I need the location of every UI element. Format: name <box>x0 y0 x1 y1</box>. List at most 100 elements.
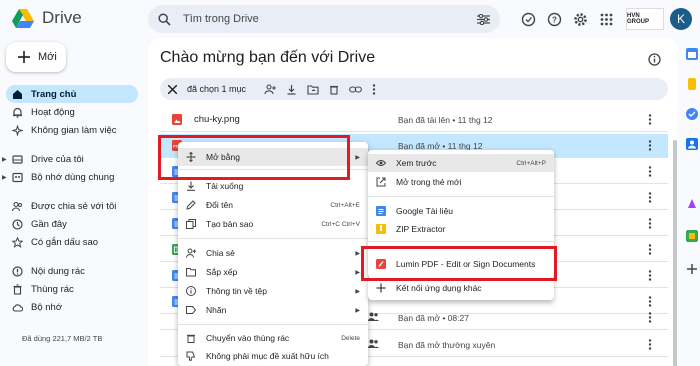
image-file-icon <box>172 114 182 125</box>
menu-item-open-in-new-tab[interactable]: Mở trong thẻ mới <box>368 173 554 191</box>
menu-item-make-copy[interactable]: Tạo bản sao Ctrl+C Ctrl+V <box>178 215 368 233</box>
more-actions-icon[interactable] <box>372 83 376 95</box>
drive-logo[interactable]: Drive <box>12 8 82 28</box>
menu-item-move-to-trash[interactable]: Chuyển vào thùng rác Delete <box>178 329 368 347</box>
expand-caret-icon[interactable]: ▶ <box>2 174 7 181</box>
scrollbar[interactable] <box>673 140 677 366</box>
sidebar-item-home[interactable]: Trang chủ <box>6 85 138 103</box>
menu-item-zip-extractor[interactable]: ZIP Extractor <box>368 220 554 238</box>
search-options-icon[interactable] <box>477 13 490 25</box>
selection-toolbar: đã chọn 1 mục <box>160 78 668 100</box>
close-icon[interactable] <box>168 84 177 94</box>
file-reason: Bạn đã mở • 11 thg 12 <box>398 140 483 151</box>
file-name: chu-ky.png <box>194 114 240 125</box>
sidebar-item-label: Không gian làm việc <box>31 124 117 136</box>
submenu-arrow-icon: ▶ <box>355 307 360 314</box>
folder-move-icon <box>186 268 196 277</box>
more-options-icon[interactable] <box>648 192 652 203</box>
sidebar-item-my-drive[interactable]: ▶ Drive của tôi <box>2 150 138 168</box>
menu-divider <box>368 241 554 242</box>
menu-item-file-info[interactable]: Thông tin về tệp ▶ <box>178 282 368 300</box>
organization-logo[interactable]: HVN GROUP <box>626 8 664 30</box>
addon-app-icon[interactable] <box>686 198 698 210</box>
add-addon-plus-icon[interactable] <box>686 263 698 275</box>
keep-addon-icon[interactable] <box>686 78 698 90</box>
cloud-icon <box>12 303 23 312</box>
sidebar-item-activity[interactable]: Hoạt động <box>6 103 138 121</box>
sidebar-item-starred[interactable]: Có gắn dấu sao <box>6 233 138 251</box>
plus-icon <box>376 283 386 293</box>
apps-grid-icon[interactable] <box>597 10 615 28</box>
sidebar-item-recent[interactable]: Gần đây <box>6 215 138 233</box>
more-options-icon[interactable] <box>648 166 652 177</box>
plus-icon <box>18 51 30 63</box>
calendar-addon-icon[interactable] <box>686 48 698 60</box>
menu-item-label: Xem trước <box>396 158 437 168</box>
menu-item-organize[interactable]: Sắp xếp ▶ <box>178 263 368 281</box>
more-options-icon[interactable] <box>648 244 652 255</box>
menu-item-connect-more-apps[interactable]: Kết nối ứng dụng khác <box>368 279 554 297</box>
add-person-icon[interactable] <box>264 83 277 95</box>
more-options-icon[interactable] <box>648 218 652 229</box>
menu-item-share[interactable]: Chia sẻ ▶ <box>178 244 368 262</box>
delete-icon[interactable] <box>329 84 339 95</box>
sidebar-item-workspaces[interactable]: Không gian làm việc <box>6 121 138 139</box>
submenu-arrow-icon: ▶ <box>355 250 360 257</box>
menu-item-shortcut: Ctrl+Alt+P <box>516 159 546 167</box>
menu-item-not-helpful[interactable]: Không phải mục đề xuất hữu ích <box>178 347 368 365</box>
zip-extractor-icon <box>376 224 386 234</box>
info-icon[interactable] <box>648 53 661 66</box>
submenu-arrow-icon: ▶ <box>355 288 360 295</box>
label-tag-icon <box>186 306 196 314</box>
bell-icon <box>13 107 22 118</box>
new-button-label: Mới <box>38 51 57 63</box>
more-options-icon[interactable] <box>648 270 652 281</box>
contacts-addon-icon[interactable] <box>686 138 698 150</box>
sidebar-item-shared-with-me[interactable]: Được chia sẻ với tôi <box>6 197 138 215</box>
search-icon[interactable] <box>158 12 171 26</box>
menu-item-label: ZIP Extractor <box>396 224 446 234</box>
shared-people-icon <box>368 312 379 321</box>
google-docs-icon <box>376 206 386 216</box>
more-options-icon[interactable] <box>648 140 652 151</box>
addon-app-icon[interactable] <box>686 230 698 242</box>
search-bar[interactable]: Tìm trong Drive <box>148 5 500 33</box>
link-icon[interactable] <box>349 85 362 94</box>
account-avatar[interactable]: K <box>670 8 692 30</box>
shared-people-icon <box>368 339 379 348</box>
help-icon[interactable]: ? <box>545 10 563 28</box>
settings-gear-icon[interactable] <box>571 10 589 28</box>
more-options-icon[interactable] <box>648 339 652 350</box>
menu-item-label: Google Tài liệu <box>396 206 454 216</box>
menu-divider <box>178 324 368 325</box>
selection-count: đã chọn 1 mục <box>187 84 247 94</box>
more-options-icon[interactable] <box>648 312 652 323</box>
more-options-icon[interactable] <box>648 114 652 125</box>
offline-status-icon[interactable] <box>519 10 537 28</box>
search-input[interactable]: Tìm trong Drive <box>183 13 477 25</box>
menu-item-preview[interactable]: Xem trước Ctrl+Alt+P <box>368 154 554 172</box>
move-to-folder-icon[interactable] <box>307 84 319 95</box>
sidebar-item-label: Nội dung rác <box>31 265 85 277</box>
menu-item-google-docs[interactable]: Google Tài liệu <box>368 202 554 220</box>
tasks-addon-icon[interactable] <box>686 108 698 120</box>
menu-item-rename[interactable]: Đổi tên Ctrl+Alt+E <box>178 196 368 214</box>
sidebar-item-shared-drives[interactable]: ▶ Bộ nhớ dùng chung <box>2 168 138 186</box>
menu-item-label: Mở trong thẻ mới <box>396 177 462 187</box>
sidebar-item-label: Thùng rác <box>31 283 74 295</box>
file-row[interactable]: chu-ky.png Bạn đã tải lên • 11 thg 12 <box>160 108 668 132</box>
menu-item-labels[interactable]: Nhãn ▶ <box>178 301 368 319</box>
sidebar-item-storage[interactable]: Bộ nhớ <box>6 298 138 316</box>
sidebar-item-spam[interactable]: Nội dung rác <box>6 262 138 280</box>
download-icon[interactable] <box>286 84 297 95</box>
menu-divider <box>368 196 554 197</box>
menu-item-label: Không phải mục đề xuất hữu ích <box>206 351 329 361</box>
home-icon <box>13 89 22 99</box>
pencil-icon <box>186 200 196 210</box>
menu-item-label: Thông tin về tệp <box>206 286 267 296</box>
new-button[interactable]: Mới <box>6 42 66 72</box>
sidebar-item-label: Gần đây <box>31 218 67 230</box>
sidebar-item-label: Trang chủ <box>31 88 77 100</box>
expand-caret-icon[interactable]: ▶ <box>2 156 7 163</box>
sidebar-item-trash[interactable]: Thùng rác <box>6 280 138 298</box>
